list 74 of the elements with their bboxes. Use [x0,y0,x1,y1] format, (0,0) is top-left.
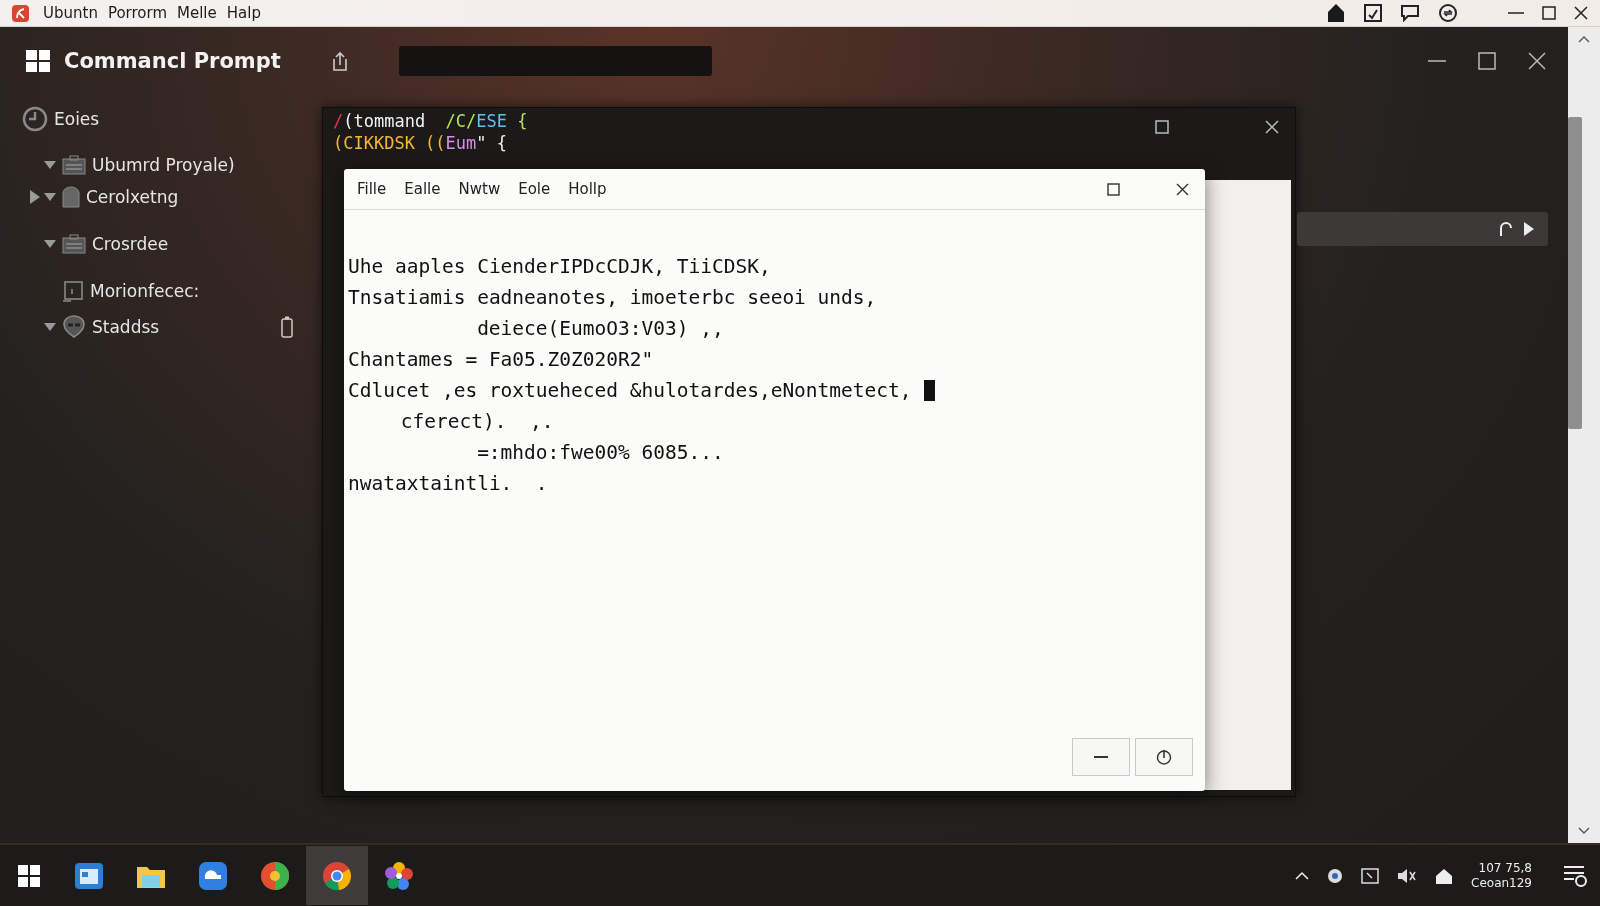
chevron-down-icon [1578,827,1590,835]
house-icon[interactable] [1326,3,1346,23]
menu-item[interactable]: Fille [357,180,387,198]
clock-icon [22,106,48,132]
minimize-icon[interactable] [1508,11,1524,15]
terminal-line: (CIKKDSK ((Eum" { [333,132,508,154]
menu-item[interactable]: Porrorm [107,4,168,22]
menu-item[interactable]: Halp [226,4,261,22]
briefcase-icon [62,155,86,175]
clock[interactable]: 107 75,8 Ceoan129 [1471,860,1532,891]
menu-item[interactable]: Eole [518,180,551,198]
maximize-icon[interactable] [1478,52,1496,70]
app-title: Commancl Prompt [64,49,281,73]
chevron-up-icon [1578,35,1590,43]
text-line: Tnsatiamis eadneanotes, imoeterbc seeoi unds, [348,286,877,309]
chat-icon[interactable] [1400,4,1420,22]
display-icon[interactable] [1361,867,1380,884]
menu-item[interactable]: Melle [177,4,217,22]
sidebar-label: Cerolxetng [86,187,179,207]
frame-icon [62,280,84,302]
power-button[interactable] [1135,738,1193,776]
menu-item[interactable]: Ubuntn [43,4,98,22]
text-line: deiece(EumoO3:V03) ,, [477,317,724,340]
battery-icon [281,316,293,338]
close-icon[interactable] [1176,182,1189,196]
sidebar-label: Staddss [92,317,160,337]
scrollbar[interactable] [1568,27,1600,843]
play-icon[interactable] [1524,222,1534,236]
home-icon[interactable] [1435,867,1454,884]
caret-right-icon [30,190,40,204]
text-line: Uhe aaples CienderIPDcCDJK, TiiCDSK, [348,255,771,278]
sidebar-label: Morionfecec: [90,281,200,301]
tombstone-icon [62,186,80,208]
sidebar-item[interactable]: Ubumrd Proyale) [0,149,315,181]
sidebar-item[interactable]: Cerolxetng [0,181,315,213]
sidebar-label: Eoies [54,109,100,129]
sidebar-label: Crosrdee [92,234,169,254]
text-line: =:mhdo:fwe00% 6085... [477,441,724,464]
terminal-line: /(tommand /C/ESE { [333,110,528,132]
text-line: Cdlucet ,es roxtueheced &hulotardes,eNontmetect, [348,379,912,402]
note-icon[interactable] [1364,4,1382,22]
briefcase-icon [62,234,86,254]
text-line: nwataxtaintli. . [348,472,548,495]
sidebar-item[interactable]: Staddss [0,311,315,343]
app-logo-icon [12,4,29,22]
text-line: cferect). ,. [400,410,554,433]
share-icon[interactable] [330,51,349,71]
close-icon[interactable] [1528,52,1546,70]
sidebar-label: Ubumrd Proyale) [92,155,235,175]
chevron-up-icon[interactable] [1295,871,1310,880]
sidebar-item[interactable]: Morionfecec: [0,275,315,307]
scrollbar-thumb[interactable] [1568,117,1582,429]
close-icon[interactable] [1574,6,1588,20]
power-icon [1156,749,1172,765]
menu-item[interactable]: Hollp [568,180,607,198]
text-line: Chantames = Fa05.Z0Z020R2" [348,348,654,371]
minus-icon [1094,756,1108,758]
browser-icon[interactable] [306,846,368,905]
menu-item[interactable]: Ealle [404,180,441,198]
menu-item[interactable]: Nwtw [458,180,501,198]
windows-logo-icon [18,864,40,887]
minimize-icon[interactable] [1428,59,1446,63]
hook-icon[interactable] [1498,221,1512,237]
sidebar-item[interactable]: Eoies [0,103,315,135]
notification-icon[interactable] [1562,863,1588,888]
search-field[interactable] [398,46,712,76]
speaker-icon[interactable] [1397,867,1418,884]
maximize-icon[interactable] [1107,182,1120,196]
close-icon[interactable] [1265,120,1279,134]
sync-icon[interactable] [1438,3,1458,23]
maximize-icon[interactable] [1542,6,1556,20]
maximize-icon[interactable] [1155,120,1169,134]
sidebar-item[interactable]: Crosrdee [0,228,315,260]
windows-logo-icon [26,50,50,72]
